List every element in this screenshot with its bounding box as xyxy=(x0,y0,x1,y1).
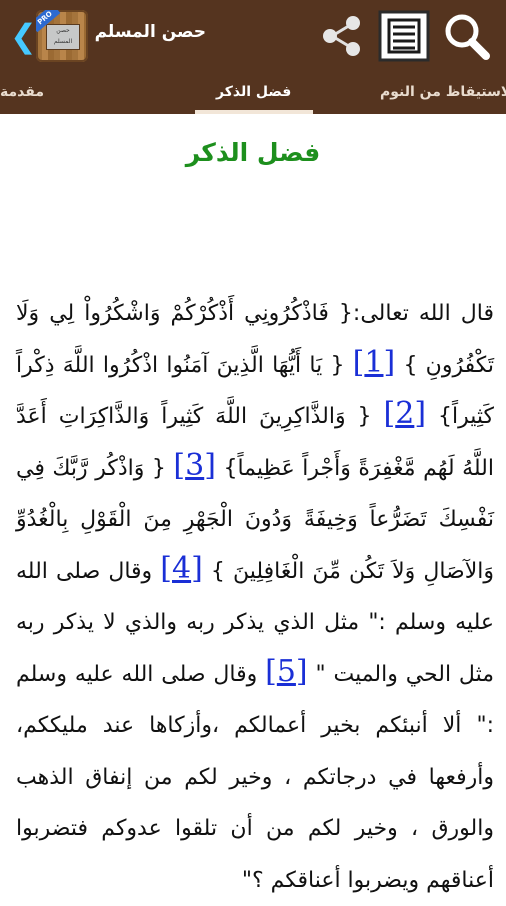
dhikr-text: قال الله تعالى:{ فَاذْكُرُونِي أَذْكُرْك… xyxy=(16,288,494,906)
footnote-link-1[interactable]: [1] xyxy=(353,345,396,380)
share-button[interactable] xyxy=(316,10,368,62)
back-chevron-icon[interactable]: ❮ xyxy=(10,16,37,56)
list-icon xyxy=(378,10,430,62)
tab-strip: الاستيقاظ من النوم فضل الذكر مقدمة xyxy=(0,72,506,114)
search-icon xyxy=(445,14,490,60)
section-title: فضل الذكر xyxy=(185,138,321,167)
app-title: حصن المسلم xyxy=(94,22,206,42)
tab-introduction[interactable]: مقدمة xyxy=(0,72,44,114)
share-icon xyxy=(323,16,360,56)
tab-virtue-of-dhikr[interactable]: فضل الذكر xyxy=(216,72,291,114)
footnote-link-3[interactable]: [3] xyxy=(173,448,216,483)
footnote-link-5[interactable]: [5] xyxy=(265,654,308,689)
search-button[interactable] xyxy=(440,10,492,62)
hadith-text: وقال صلى الله عليه وسلم :" ألا أنبئكم بخ… xyxy=(16,661,494,893)
footnote-link-4[interactable]: [4] xyxy=(160,551,203,586)
footnote-link-2[interactable]: [2] xyxy=(384,396,427,431)
active-tab-indicator xyxy=(195,110,313,114)
app-logo-icon[interactable]: حصن المسلم PRO xyxy=(36,10,88,62)
book-cover: حصن المسلم xyxy=(46,24,80,50)
list-button[interactable] xyxy=(378,10,430,62)
tab-waking-up[interactable]: الاستيقاظ من النوم xyxy=(380,72,506,114)
